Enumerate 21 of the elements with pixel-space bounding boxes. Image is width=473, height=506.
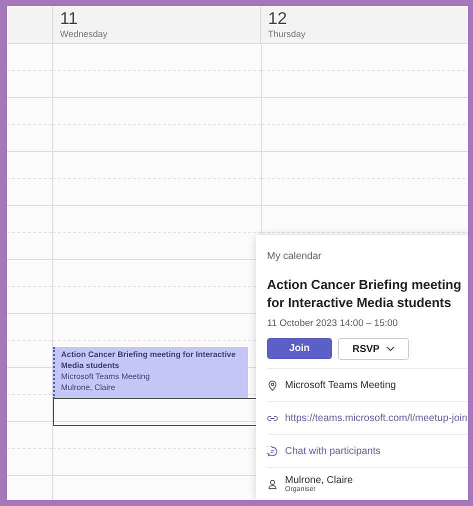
event-location: Microsoft Teams Meeting xyxy=(61,371,151,382)
chat-icon xyxy=(267,446,278,456)
chat-link[interactable]: Chat with participants xyxy=(285,446,381,456)
event-organiser: Mulrone, Claire xyxy=(61,382,116,393)
weekday-label: Wednesday xyxy=(60,29,108,39)
location-pin-icon xyxy=(267,380,278,390)
popup-title: Action Cancer Briefing meeting for Interactive Media students xyxy=(267,276,462,312)
meeting-link[interactable]: https://teams.microsoft.com/l/meetup-join xyxy=(285,412,468,424)
event-title: Action Cancer Briefing meeting for Interactive Media students xyxy=(61,349,237,371)
join-button[interactable]: Join xyxy=(267,338,332,359)
day-number: 12 xyxy=(268,9,288,29)
person-icon xyxy=(267,478,278,490)
calendar-name: My calendar xyxy=(267,251,322,262)
organiser-name: Mulrone, Claire xyxy=(285,475,353,486)
rsvp-button[interactable]: RSVP xyxy=(338,338,409,360)
chevron-down-icon xyxy=(386,346,395,352)
location-text: Microsoft Teams Meeting xyxy=(285,380,396,390)
event-time: 11 October 2023 14:00 – 15:00 xyxy=(267,318,399,329)
weekday-label: Thursday xyxy=(268,29,307,39)
calendar-event[interactable]: Action Cancer Briefing meeting for Interactive Media students Microsoft Teams Meeting Mulrone, Claire xyxy=(53,347,248,399)
day-number: 11 xyxy=(60,9,79,29)
